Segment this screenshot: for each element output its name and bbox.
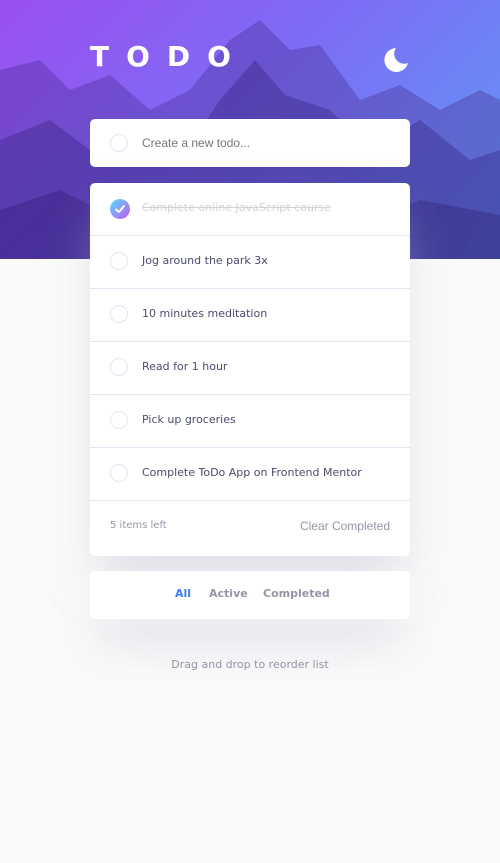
theme-toggle-button[interactable] xyxy=(382,46,410,74)
todo-text: Pick up groceries xyxy=(142,413,236,426)
filter-completed[interactable]: Completed xyxy=(263,587,330,600)
todo-checkbox[interactable] xyxy=(110,305,128,323)
completed-checkbox[interactable] xyxy=(110,199,130,219)
todo-checkbox[interactable] xyxy=(110,464,128,482)
todo-text: Complete ToDo App on Frontend Mentor xyxy=(142,466,362,479)
todo-item[interactable]: Complete online JavaScript course xyxy=(90,183,410,236)
todo-text: Read for 1 hour xyxy=(142,360,228,373)
filter-active[interactable]: Active xyxy=(209,587,248,600)
todo-item[interactable]: Pick up groceries xyxy=(90,395,410,448)
todo-text: 10 minutes meditation xyxy=(142,307,268,320)
new-todo-input[interactable] xyxy=(142,131,392,155)
todo-item[interactable]: Complete ToDo App on Frontend Mentor xyxy=(90,448,410,501)
clear-completed-button[interactable]: Clear Completed xyxy=(300,519,390,533)
todo-checkbox[interactable] xyxy=(110,411,128,429)
reorder-hint: Drag and drop to reorder list xyxy=(171,658,329,671)
todo-item[interactable]: Read for 1 hour xyxy=(90,342,410,395)
todo-item[interactable]: 10 minutes meditation xyxy=(90,289,410,342)
filter-bar: All Active Completed xyxy=(90,571,410,619)
app-title: TODO xyxy=(90,40,248,73)
items-left-count: 5 items left xyxy=(110,520,167,531)
new-todo-checkbox[interactable] xyxy=(110,134,128,152)
todo-text: Complete online JavaScript course xyxy=(142,201,331,214)
filter-all[interactable]: All xyxy=(175,587,191,600)
moon-icon xyxy=(384,48,408,72)
list-footer: 5 items left Clear Completed xyxy=(90,501,410,556)
todo-checkbox[interactable] xyxy=(110,358,128,376)
todo-list: Complete online JavaScript course Jog ar… xyxy=(90,183,410,556)
todo-text: Jog around the park 3x xyxy=(142,254,268,267)
todo-item[interactable]: Jog around the park 3x xyxy=(90,236,410,289)
todo-checkbox[interactable] xyxy=(110,252,128,270)
new-todo-card xyxy=(90,119,410,167)
check-icon xyxy=(115,205,125,213)
